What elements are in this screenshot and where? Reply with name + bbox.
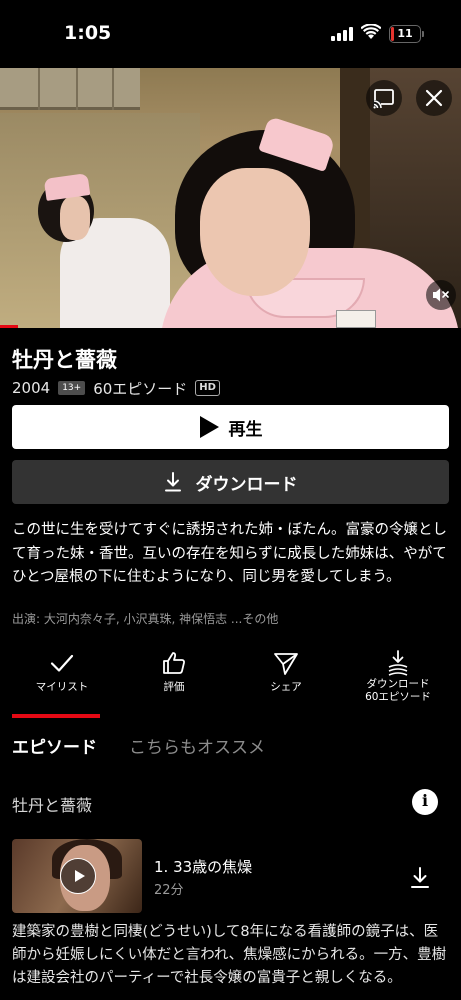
cast-icon: [373, 89, 394, 109]
play-button-label: 再生: [228, 419, 263, 440]
download-season-label: ダウンロード 60エピソード: [348, 678, 448, 704]
download-button[interactable]: ダウンロード: [12, 460, 449, 504]
episode-duration: 22分: [154, 883, 184, 898]
info-glyph: i: [421, 791, 429, 810]
show-meta: 2004 13+ 60エピソード HD: [12, 377, 220, 399]
episode-download-icon[interactable]: [406, 864, 434, 892]
share-action[interactable]: シェア: [236, 644, 336, 704]
tab-episodes[interactable]: エピソード: [12, 733, 97, 758]
my-list-action[interactable]: マイリスト: [12, 644, 112, 704]
my-list-label: マイリスト: [35, 681, 89, 693]
check-icon: [50, 654, 74, 672]
close-icon: [425, 89, 443, 107]
episode-thumbnail[interactable]: [12, 839, 142, 913]
battery-icon: 11: [389, 25, 421, 43]
share-icon: [274, 653, 298, 675]
video-player[interactable]: [0, 68, 461, 328]
mute-button[interactable]: [426, 280, 456, 310]
hd-badge: HD: [195, 380, 220, 396]
tab-more-like-this[interactable]: こちらもオススメ: [129, 733, 265, 758]
battery-nub: [422, 31, 424, 37]
episode-description: 建築家の豊樹と同棲(どうせい)して8年になる看護師の鏡子は、医師から妊娠しにくい…: [12, 924, 447, 986]
cast-button[interactable]: [366, 80, 402, 116]
video-progress-bar[interactable]: [0, 325, 18, 328]
info-icon[interactable]: i: [412, 789, 438, 815]
synopsis: この世に生を受けてすぐに誘拐された姉・ぼたん。富豪の令嬢として育った妹・香世。互…: [12, 522, 447, 585]
status-bar: 1:05 11: [0, 0, 461, 68]
video-scene-cabinet: [0, 68, 140, 110]
download-season-icon: [388, 650, 408, 676]
battery-percent: 11: [397, 27, 413, 40]
download-season-label-line1: ダウンロード: [366, 678, 430, 690]
status-time: 1:05: [64, 22, 112, 44]
thumbs-up-icon: [163, 652, 185, 674]
video-scene-figure-face: [60, 196, 90, 240]
download-button-label: ダウンロード: [195, 474, 298, 495]
download-season-label-line2: 60エピソード: [365, 691, 431, 703]
tab-active-indicator: [12, 714, 100, 718]
rate-label: 評価: [163, 681, 185, 693]
share-label: シェア: [270, 681, 302, 693]
episode-count: 60エピソード: [93, 379, 188, 398]
download-season-action[interactable]: ダウンロード 60エピソード: [348, 644, 448, 704]
episode-title[interactable]: 1. 33歳の焦燥: [154, 856, 252, 877]
show-title: 牡丹と薔薇: [12, 348, 117, 372]
rate-action[interactable]: 評価: [124, 644, 224, 704]
download-icon: [164, 472, 181, 492]
play-button[interactable]: 再生: [12, 405, 449, 449]
play-icon: [75, 870, 85, 882]
show-year: 2004: [12, 379, 51, 397]
maturity-rating-badge: 13+: [58, 381, 86, 395]
mute-icon: [433, 288, 449, 302]
wifi-icon: [361, 24, 381, 39]
signal-icon: [331, 27, 353, 41]
action-row: マイリスト 評価 シェア ダウンロード 60エピソード: [0, 644, 461, 704]
play-icon: [199, 416, 219, 438]
cast-list[interactable]: 出演: 大河内奈々子, 小沢真珠, 神保悟志 ...その他: [12, 610, 452, 627]
episode-play-button[interactable]: [60, 858, 96, 894]
close-button[interactable]: [416, 80, 452, 116]
video-scene-figure-face: [200, 168, 310, 296]
season-title[interactable]: 牡丹と薔薇: [12, 792, 92, 816]
video-scene-badge: [336, 310, 376, 328]
